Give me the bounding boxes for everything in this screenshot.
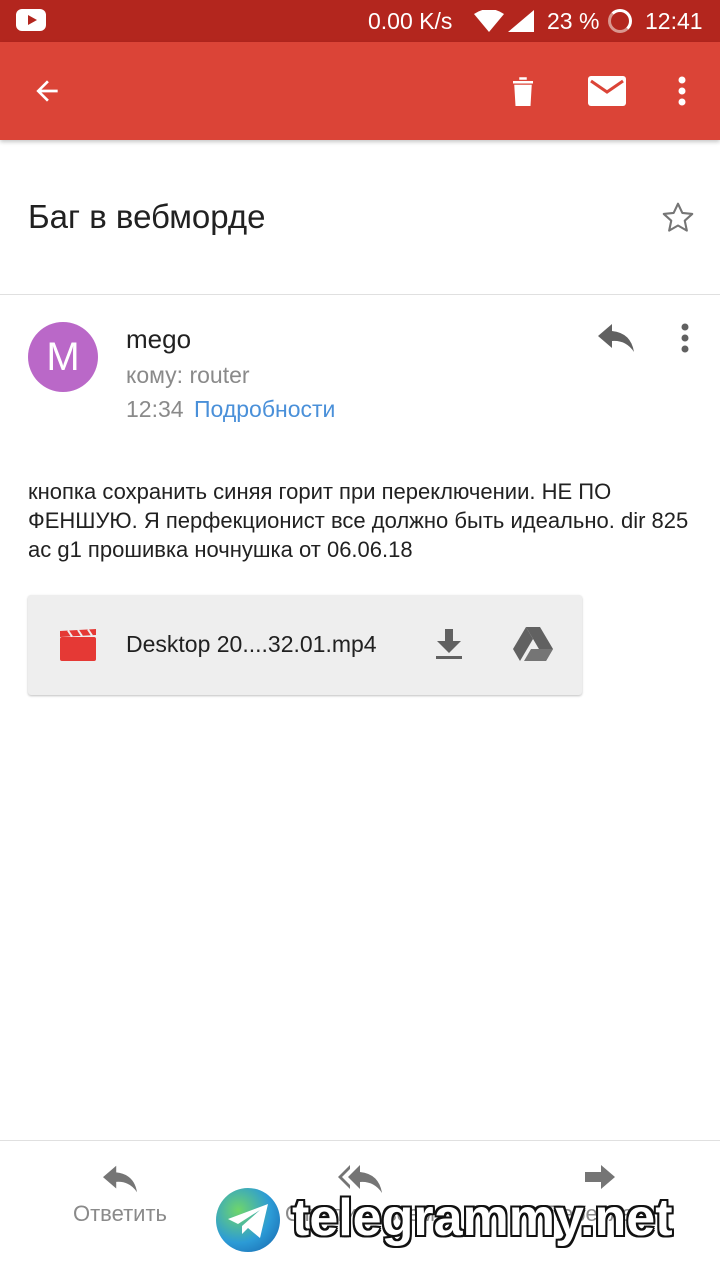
- youtube-notification-icon: [16, 9, 46, 31]
- email-body: кнопка сохранить синяя горит при переклю…: [28, 479, 689, 562]
- signal-icon: [508, 10, 534, 32]
- save-to-drive-button[interactable]: [508, 621, 558, 667]
- battery-percent: 23 %: [547, 8, 600, 34]
- network-speed: 0.00 K/s: [368, 8, 453, 34]
- avatar[interactable]: M: [28, 322, 98, 392]
- telegram-globe-icon: [216, 1188, 280, 1252]
- star-icon: [662, 202, 694, 232]
- star-button[interactable]: [654, 194, 702, 242]
- drive-icon: [513, 627, 553, 661]
- status-time: 12:41: [645, 8, 703, 34]
- reply-action-button[interactable]: Ответить: [20, 1165, 220, 1245]
- status-bar: 0.00 K/s 23 % 12:41: [0, 0, 720, 42]
- app-bar: [0, 42, 720, 140]
- sender-name: mego: [126, 324, 192, 354]
- delete-button[interactable]: [498, 66, 548, 116]
- trash-icon: [513, 77, 533, 106]
- overflow-menu-button[interactable]: [662, 66, 702, 116]
- subject-divider: [0, 294, 720, 295]
- mark-unread-button[interactable]: [582, 66, 632, 116]
- recipient-line: кому: router: [126, 362, 250, 388]
- back-button[interactable]: [22, 66, 72, 116]
- reply-icon: [598, 324, 634, 352]
- battery-icon: [608, 9, 632, 33]
- download-button[interactable]: [426, 621, 472, 667]
- envelope-icon: [588, 76, 626, 106]
- more-vert-icon: [678, 76, 686, 106]
- watermark: telegrammy.net: [216, 1186, 716, 1256]
- email-subject: Баг в вебморде: [28, 198, 266, 235]
- wifi-icon: [474, 10, 504, 32]
- attachment-file-name: Desktop 20....32.01.mp4: [126, 631, 377, 657]
- reply-label: Ответить: [72, 1201, 168, 1226]
- video-clapper-icon: [60, 628, 96, 661]
- arrow-left-icon: [36, 80, 58, 102]
- bottom-divider: [0, 1140, 720, 1141]
- more-vert-icon: [681, 323, 689, 353]
- reply-button[interactable]: [594, 316, 638, 360]
- watermark-text: telegrammy.net: [292, 1189, 673, 1247]
- sent-time: 12:34: [126, 396, 184, 422]
- download-icon: [436, 629, 462, 659]
- attachment-card[interactable]: Desktop 20....32.01.mp4: [28, 595, 582, 695]
- message-more-button[interactable]: [668, 316, 702, 360]
- reply-icon: [103, 1165, 137, 1193]
- details-link[interactable]: Подробности: [194, 396, 335, 423]
